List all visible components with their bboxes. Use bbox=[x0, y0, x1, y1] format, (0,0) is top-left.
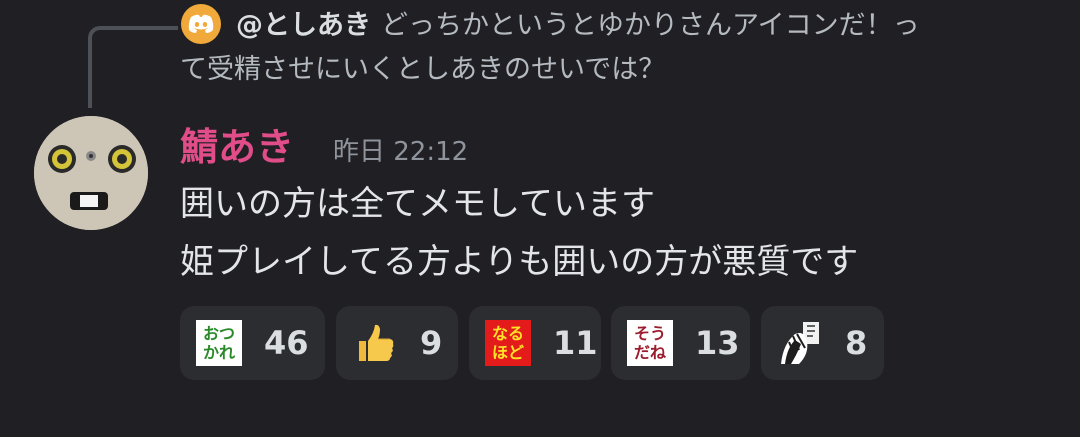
reaction-count: 46 bbox=[264, 324, 309, 362]
message-line: 姫プレイしてる方よりも囲いの方が悪質です bbox=[180, 242, 859, 282]
reaction-count: 11 bbox=[553, 324, 598, 362]
otsukare-emoji: おつ かれ bbox=[196, 320, 242, 366]
message-timestamp: 昨日 22:12 bbox=[333, 137, 469, 167]
reaction-naruhodo[interactable]: なる ほど 11 bbox=[469, 306, 601, 380]
reaction-manga[interactable]: 8 bbox=[761, 306, 884, 380]
reply-text-line2: て受精させにいくとしあきのせいでは？ bbox=[180, 54, 666, 85]
reaction-count: 8 bbox=[845, 324, 868, 362]
reaction-otsukare[interactable]: おつ かれ 46 bbox=[180, 306, 325, 380]
reply-text-line1: どっちかというとゆかりさんアイコンだ！っ bbox=[381, 10, 920, 41]
reaction-count: 13 bbox=[695, 324, 740, 362]
message-username[interactable]: 鯖あき bbox=[180, 122, 294, 172]
avatar[interactable] bbox=[34, 116, 148, 230]
discord-icon bbox=[181, 4, 221, 44]
reaction-soudane[interactable]: そう だね 13 bbox=[611, 306, 750, 380]
message-line: 囲いの方は全てメモしています bbox=[180, 184, 655, 224]
naruhodo-emoji: なる ほど bbox=[485, 320, 531, 366]
reply-connector-line bbox=[88, 26, 178, 108]
reaction-thumbs-up[interactable]: 9 bbox=[336, 306, 458, 380]
soudane-emoji: そう だね bbox=[627, 320, 673, 366]
reply-preview[interactable]: @としあき どっちかというとゆかりさんアイコンだ！っ て受精させにいくとしあきのせ… bbox=[180, 4, 1056, 85]
manga-character-emoji bbox=[777, 320, 823, 366]
reaction-count: 9 bbox=[420, 324, 443, 362]
thumbs-up-emoji bbox=[352, 320, 398, 366]
reply-author[interactable]: @としあき bbox=[236, 10, 371, 41]
